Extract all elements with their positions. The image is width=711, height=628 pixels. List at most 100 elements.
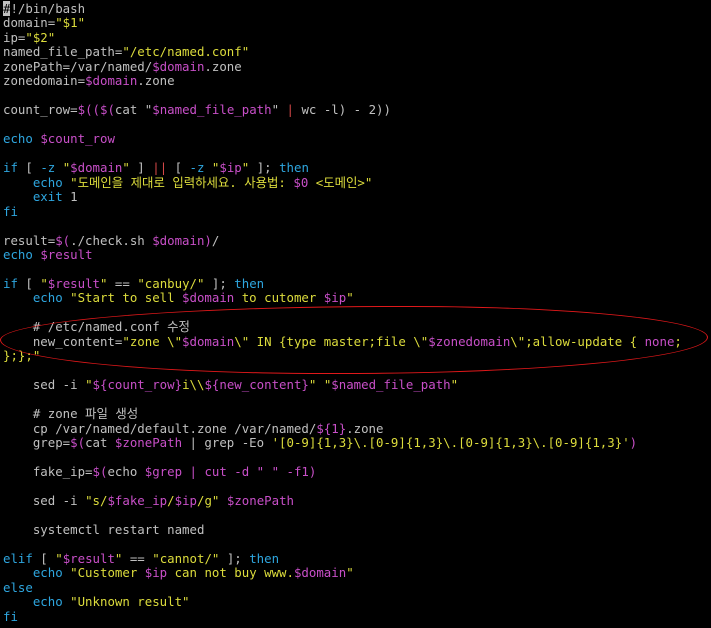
code-line: new_content="zone \"$domain\" IN {type m… bbox=[3, 333, 682, 349]
code-token: "Customer bbox=[70, 565, 145, 581]
code-token: " bbox=[55, 160, 71, 176]
code-token: $count_row bbox=[40, 131, 115, 147]
code-line: named_file_path="/etc/named.conf" bbox=[3, 45, 682, 59]
code-token: " bbox=[85, 377, 93, 393]
code-token: domain= bbox=[3, 15, 56, 31]
code-token: if bbox=[3, 275, 18, 291]
code-token: $zonePath bbox=[226, 492, 294, 508]
code-token: $fake_ip bbox=[107, 492, 168, 508]
code-token: "canbuy/" bbox=[137, 275, 205, 291]
code-token: $grep bbox=[144, 464, 183, 479]
code-line: # zone 파일 생성 bbox=[3, 406, 682, 422]
code-token: $domain bbox=[152, 58, 205, 74]
code-line: exit 1 bbox=[3, 189, 682, 204]
code-token: none bbox=[644, 333, 675, 349]
code-token: };};" bbox=[3, 348, 41, 364]
code-token: $ip bbox=[174, 492, 197, 508]
code-token: ) bbox=[629, 435, 638, 451]
code-token: $( bbox=[92, 464, 108, 479]
code-token: if bbox=[3, 160, 18, 176]
code-token: $domain bbox=[182, 333, 235, 349]
code-token: $ip bbox=[144, 565, 168, 581]
code-token: ${count_row} bbox=[92, 377, 183, 393]
code-token: "Start to sell bbox=[70, 290, 183, 306]
code-token: || bbox=[152, 160, 168, 176]
code-token: fi bbox=[3, 608, 18, 624]
code-token: ip= bbox=[3, 29, 26, 45]
code-line: result=$(./check.sh $domain)/ bbox=[3, 232, 682, 248]
code-token: $( bbox=[100, 102, 115, 118]
code-token: " bbox=[55, 550, 63, 566]
code-token: !/bin/bash bbox=[10, 1, 86, 16]
code-token: can not buy www. bbox=[167, 565, 294, 581]
code-token: new_content= bbox=[3, 333, 123, 349]
code-line: fi bbox=[3, 204, 682, 219]
code-token: "$2" bbox=[25, 29, 56, 45]
code-token: cp /var/named/default.zone /var/named/ bbox=[3, 420, 317, 436]
code-token: echo bbox=[3, 131, 41, 147]
code-token: $domain bbox=[293, 565, 347, 581]
code-token: | bbox=[286, 102, 294, 118]
code-token: echo bbox=[3, 565, 71, 581]
code-token: ]; bbox=[249, 160, 280, 176]
code-token: ]; bbox=[204, 275, 235, 291]
code-line: systemctl restart named bbox=[3, 522, 682, 537]
code-token: " bbox=[316, 377, 332, 393]
terminal-editor[interactable]: #!/bin/bash domain="$1" ip="$2" named_file_… bbox=[0, 0, 711, 628]
code-line: echo "Start to sell $domain to cutomer $… bbox=[3, 291, 682, 305]
code-token: elif bbox=[3, 550, 33, 566]
code-token: ; bbox=[674, 333, 682, 349]
code-token: ./check.sh bbox=[70, 232, 153, 248]
code-token: "s/ bbox=[85, 492, 108, 508]
code-token: $result bbox=[62, 550, 115, 566]
code-token: $ip bbox=[323, 290, 347, 306]
code-token: [ bbox=[32, 550, 56, 566]
code-token: .zone bbox=[346, 420, 384, 436]
code-token: # zone 파일 생성 bbox=[3, 406, 139, 422]
code-token: "$1" bbox=[55, 15, 86, 31]
code-token: "도메인을 제대로 입력하세요. 사용법: bbox=[70, 174, 294, 190]
code-token: result= bbox=[3, 232, 56, 248]
code-token: to cutomer bbox=[234, 290, 324, 306]
code-token: named_file_path= bbox=[3, 44, 123, 60]
code-line: # /etc/named.conf 수정 bbox=[3, 320, 682, 334]
code-token: " bbox=[346, 565, 354, 581]
code-line: cp /var/named/default.zone /var/named/${… bbox=[3, 420, 682, 436]
code-token: $named_file_path bbox=[152, 102, 272, 118]
code-token: echo bbox=[3, 594, 71, 610]
code-token: " bbox=[40, 275, 48, 291]
code-token: $result bbox=[47, 275, 100, 291]
code-token: == bbox=[122, 550, 153, 566]
code-token: $named_file_path bbox=[331, 377, 451, 393]
code-token: cat bbox=[85, 435, 115, 451]
code-token: sed -i bbox=[3, 492, 86, 508]
code-token: sed -i bbox=[3, 377, 86, 393]
code-line: domain="$1" bbox=[3, 16, 682, 30]
code-token: $(( bbox=[77, 102, 100, 118]
code-line: else bbox=[3, 580, 682, 595]
code-token: $domain bbox=[85, 73, 138, 89]
code-token: == bbox=[107, 275, 138, 291]
code-line: fi bbox=[3, 608, 682, 624]
code-token: [ bbox=[167, 160, 190, 176]
code-line: if [ -z "$domain" ] || [ -z "$ip" ]; the… bbox=[3, 160, 682, 176]
code-token: "zone \" bbox=[122, 333, 183, 349]
code-token: wc -l) bbox=[293, 102, 347, 118]
code-token: $zonedomain bbox=[428, 333, 511, 349]
code-line: zonePath=/var/named/$domain.zone bbox=[3, 58, 682, 74]
code-line: #!/bin/bash bbox=[3, 1, 682, 16]
code-area[interactable]: #!/bin/bash domain="$1" ip="$2" named_file_… bbox=[3, 1, 682, 624]
code-token: \" IN {type master;file \" bbox=[234, 333, 429, 349]
code-line: echo "Customer $ip can not buy www.$doma… bbox=[3, 566, 682, 580]
code-token: | cut -d " " -f1) bbox=[182, 464, 317, 479]
